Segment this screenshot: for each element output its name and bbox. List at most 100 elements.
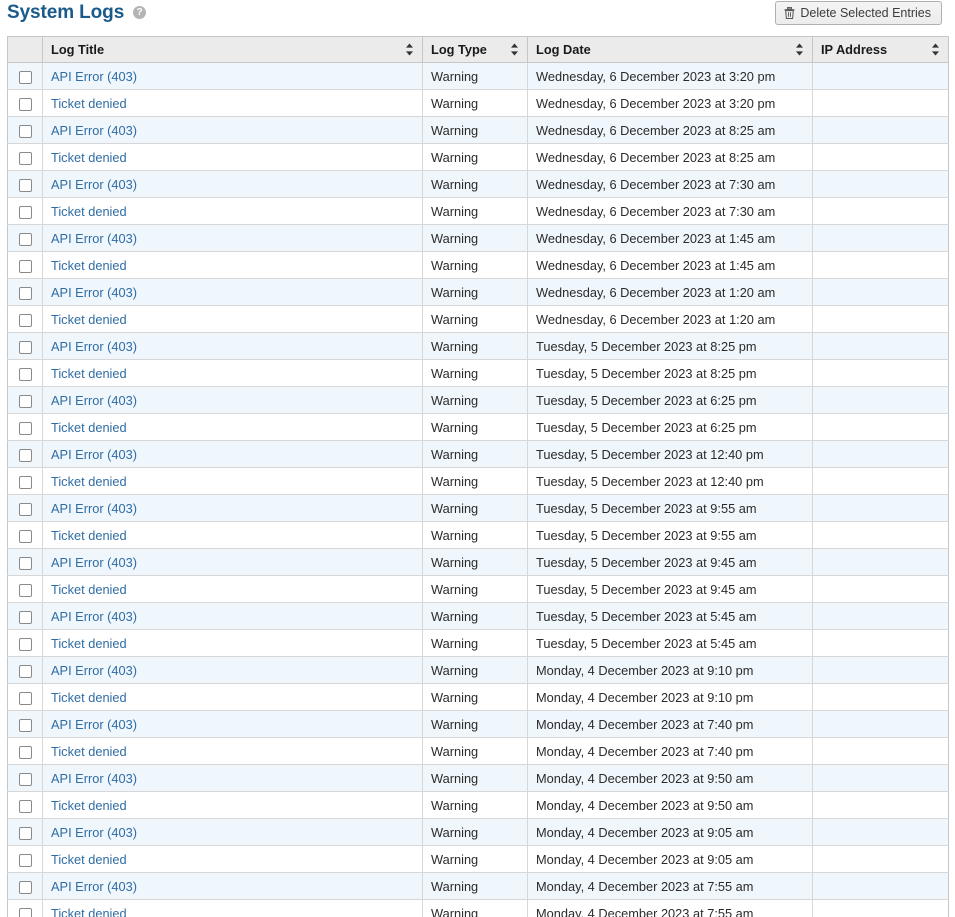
cell-ip-address (812, 656, 949, 684)
log-title-link[interactable]: API Error (403) (51, 771, 137, 786)
column-header-log-title[interactable]: Log Title (42, 36, 423, 63)
row-select-checkbox[interactable] (18, 691, 32, 705)
help-circle-icon[interactable]: ? (133, 6, 146, 19)
table-row: API Error (403) Warning Monday, 4 December… (7, 710, 949, 738)
sort-toggle-icon[interactable] (405, 43, 414, 56)
cell-log-title: API Error (403) (42, 602, 423, 630)
row-select-checkbox[interactable] (18, 178, 32, 192)
cell-log-title: Ticket denied (42, 467, 423, 495)
log-title-link[interactable]: API Error (403) (51, 177, 137, 192)
log-title-link[interactable]: Ticket denied (51, 204, 127, 219)
delete-selected-entries-button[interactable]: Delete Selected Entries (775, 1, 942, 25)
cell-log-date: Tuesday, 5 December 2023 at 12:40 pm (527, 467, 813, 495)
log-title-link[interactable]: Ticket denied (51, 906, 127, 917)
row-select-checkbox[interactable] (18, 448, 32, 462)
row-select-checkbox[interactable] (18, 772, 32, 786)
cell-log-title: Ticket denied (42, 413, 423, 441)
row-select-checkbox[interactable] (18, 556, 32, 570)
log-title-link[interactable]: API Error (403) (51, 231, 137, 246)
log-title-link[interactable]: API Error (403) (51, 393, 137, 408)
row-checkbox-cell (7, 170, 43, 198)
log-title-link[interactable]: Ticket denied (51, 636, 127, 651)
column-header-checkbox (7, 36, 43, 63)
log-title-link[interactable]: Ticket denied (51, 150, 127, 165)
log-title-link[interactable]: Ticket denied (51, 528, 127, 543)
cell-log-date: Wednesday, 6 December 2023 at 1:20 am (527, 305, 813, 333)
row-select-checkbox[interactable] (18, 367, 32, 381)
cell-log-type: Warning (422, 737, 528, 765)
log-title-link[interactable]: API Error (403) (51, 609, 137, 624)
column-header-log-type-label: Log Type (431, 42, 487, 57)
log-title-link[interactable]: Ticket denied (51, 258, 127, 273)
row-select-checkbox[interactable] (18, 421, 32, 435)
log-title-link[interactable]: API Error (403) (51, 447, 137, 462)
log-title-link[interactable]: API Error (403) (51, 123, 137, 138)
system-logs-page: System Logs ? Delete Selected Entries Lo… (0, 0, 955, 917)
row-select-checkbox[interactable] (18, 637, 32, 651)
log-title-link[interactable]: API Error (403) (51, 879, 137, 894)
log-title-link[interactable]: Ticket denied (51, 474, 127, 489)
cell-ip-address (812, 170, 949, 198)
log-title-link[interactable]: API Error (403) (51, 825, 137, 840)
sort-toggle-icon[interactable] (795, 43, 804, 56)
table-row: API Error (403) Warning Tuesday, 5 Decembe… (7, 332, 949, 360)
row-select-checkbox[interactable] (18, 745, 32, 759)
cell-log-date: Tuesday, 5 December 2023 at 9:45 am (527, 575, 813, 603)
row-select-checkbox[interactable] (18, 718, 32, 732)
row-select-checkbox[interactable] (18, 97, 32, 111)
log-title-link[interactable]: API Error (403) (51, 339, 137, 354)
row-select-checkbox[interactable] (18, 394, 32, 408)
cell-log-type: Warning (422, 656, 528, 684)
log-title-link[interactable]: API Error (403) (51, 69, 137, 84)
row-select-checkbox[interactable] (18, 664, 32, 678)
cell-log-type: Warning (422, 224, 528, 252)
row-select-checkbox[interactable] (18, 826, 32, 840)
log-title-link[interactable]: API Error (403) (51, 717, 137, 732)
row-select-checkbox[interactable] (18, 286, 32, 300)
row-select-checkbox[interactable] (18, 799, 32, 813)
cell-log-date: Wednesday, 6 December 2023 at 7:30 am (527, 197, 813, 225)
cell-log-date: Tuesday, 5 December 2023 at 12:40 pm (527, 440, 813, 468)
log-title-link[interactable]: Ticket denied (51, 96, 127, 111)
row-checkbox-cell (7, 143, 43, 171)
cell-log-date: Tuesday, 5 December 2023 at 9:55 am (527, 494, 813, 522)
cell-log-type: Warning (422, 305, 528, 333)
log-title-link[interactable]: Ticket denied (51, 798, 127, 813)
row-select-checkbox[interactable] (18, 880, 32, 894)
cell-log-title: Ticket denied (42, 845, 423, 873)
log-title-link[interactable]: API Error (403) (51, 663, 137, 678)
row-checkbox-cell (7, 332, 43, 360)
sort-toggle-icon[interactable] (510, 43, 519, 56)
log-title-link[interactable]: Ticket denied (51, 366, 127, 381)
row-select-checkbox[interactable] (18, 151, 32, 165)
column-header-log-date[interactable]: Log Date (527, 36, 813, 63)
row-select-checkbox[interactable] (18, 907, 32, 917)
row-select-checkbox[interactable] (18, 124, 32, 138)
row-select-checkbox[interactable] (18, 70, 32, 84)
cell-log-type: Warning (422, 251, 528, 279)
row-select-checkbox[interactable] (18, 853, 32, 867)
log-title-link[interactable]: API Error (403) (51, 501, 137, 516)
log-title-link[interactable]: Ticket denied (51, 420, 127, 435)
log-title-link[interactable]: API Error (403) (51, 285, 137, 300)
column-header-ip-address[interactable]: IP Address (812, 36, 949, 63)
row-select-checkbox[interactable] (18, 583, 32, 597)
sort-toggle-icon[interactable] (931, 43, 940, 56)
row-select-checkbox[interactable] (18, 232, 32, 246)
row-select-checkbox[interactable] (18, 205, 32, 219)
row-select-checkbox[interactable] (18, 529, 32, 543)
log-title-link[interactable]: Ticket denied (51, 744, 127, 759)
log-title-link[interactable]: Ticket denied (51, 312, 127, 327)
column-header-log-type[interactable]: Log Type (422, 36, 528, 63)
log-title-link[interactable]: Ticket denied (51, 852, 127, 867)
log-title-link[interactable]: API Error (403) (51, 555, 137, 570)
row-select-checkbox[interactable] (18, 313, 32, 327)
row-select-checkbox[interactable] (18, 475, 32, 489)
row-select-checkbox[interactable] (18, 502, 32, 516)
cell-log-date: Tuesday, 5 December 2023 at 6:25 pm (527, 413, 813, 441)
row-select-checkbox[interactable] (18, 610, 32, 624)
row-select-checkbox[interactable] (18, 259, 32, 273)
log-title-link[interactable]: Ticket denied (51, 690, 127, 705)
log-title-link[interactable]: Ticket denied (51, 582, 127, 597)
row-select-checkbox[interactable] (18, 340, 32, 354)
